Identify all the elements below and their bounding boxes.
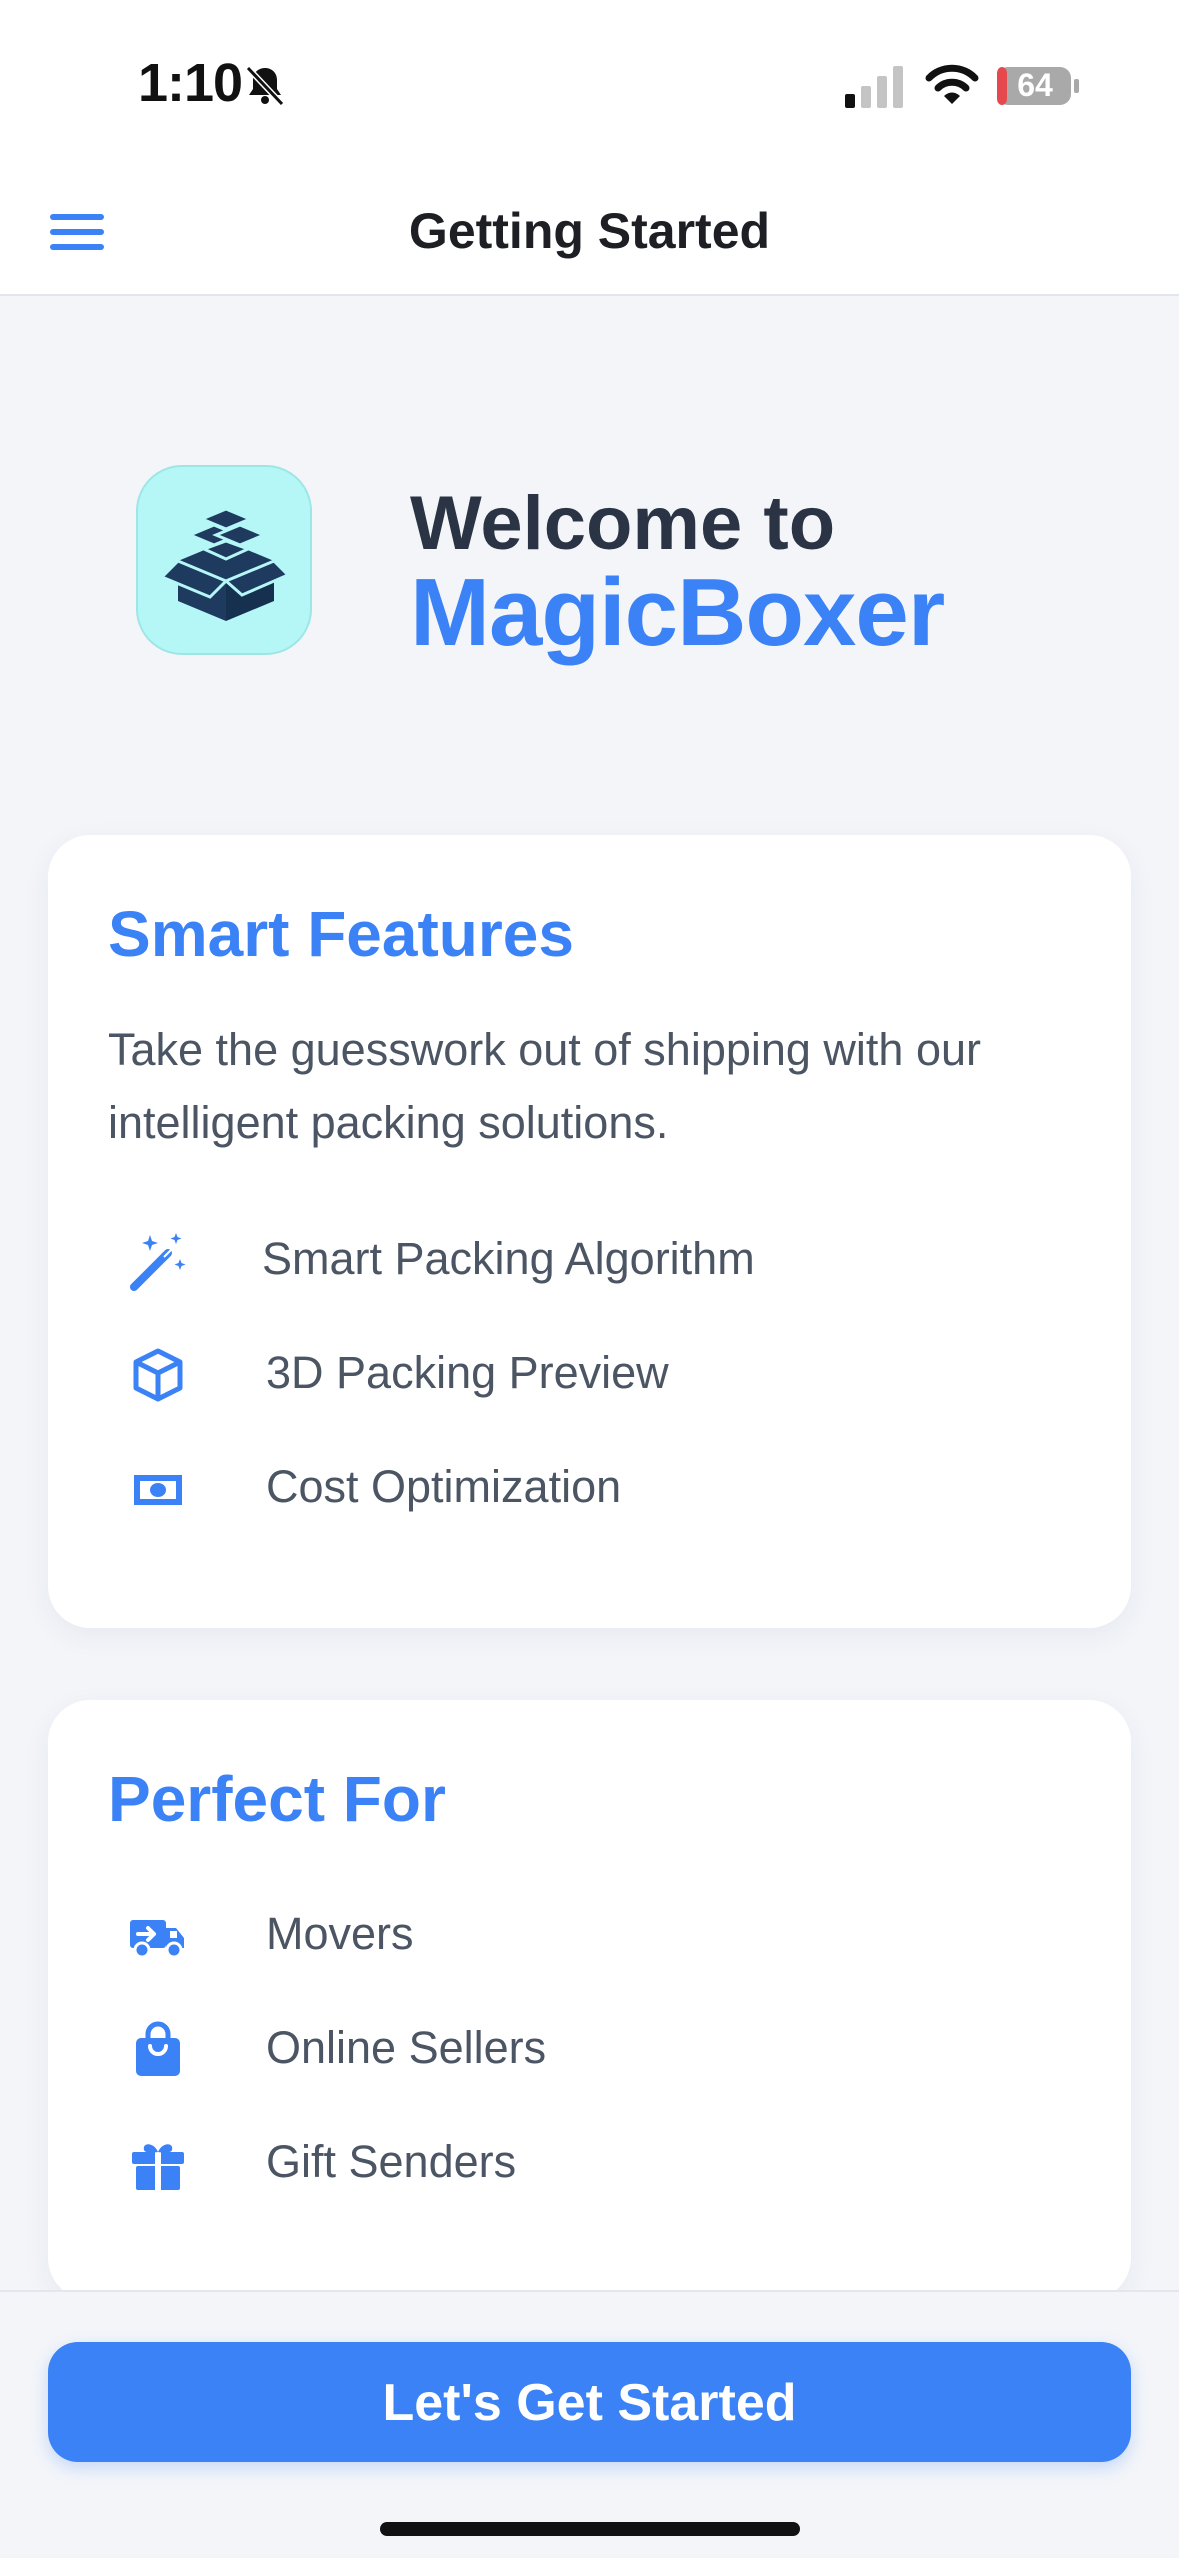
list-item: 3D Packing Preview [128,1339,1028,1409]
item-label: 3D Packing Preview [266,1347,669,1398]
bottom-action-bar: Let's Get Started [0,2290,1179,2558]
list-item: Online Sellers [128,2014,1028,2084]
item-label: Gift Senders [266,2136,517,2187]
status-time: 1:10 [138,53,243,113]
get-started-button[interactable]: Let's Get Started [48,2342,1131,2462]
box-icon [164,507,288,621]
item-label: Cost Optimization [266,1461,622,1512]
wifi-icon [925,64,979,104]
app-logo [136,465,312,655]
truck-icon [130,1920,184,1959]
list-item: Smart Packing Algorithm [128,1225,1028,1295]
cube-icon [133,1348,183,1402]
navigation-bar: Getting Started [0,170,1179,296]
list-item: Cost Optimization [128,1453,1028,1523]
home-indicator[interactable] [380,2522,800,2536]
list-item: Movers [128,1900,1028,1970]
magic-wand-icon [130,1233,186,1291]
battery-level: 64 [1017,67,1053,103]
smart-features-card: Smart Features Take the guesswork out of… [48,835,1131,1628]
card-title: Smart Features [108,898,574,970]
card-description: Take the guesswork out of shipping with … [108,1024,981,1148]
page-title: Getting Started [408,203,771,259]
shopping-bag-icon [136,2021,180,2076]
cellular-signal-icon [845,66,903,108]
list-item: Gift Senders [128,2128,1028,2198]
card-title: Perfect For [108,1763,446,1835]
money-icon [134,1475,182,1505]
hero-section: Welcome to MagicBoxer [0,420,1179,700]
item-label: Smart Packing Algorithm [262,1233,755,1284]
bell-muted-icon [245,65,285,107]
welcome-text: Welcome to [410,481,836,566]
brand-name: MagicBoxer [410,559,945,666]
item-label: Movers [266,1908,414,1959]
perfect-for-card: Perfect For Movers Online Sellers Gift S… [48,1700,1131,2300]
gift-icon [132,2144,184,2190]
item-label: Online Sellers [266,2022,547,2073]
status-bar: 1:10 64 [0,0,1179,170]
